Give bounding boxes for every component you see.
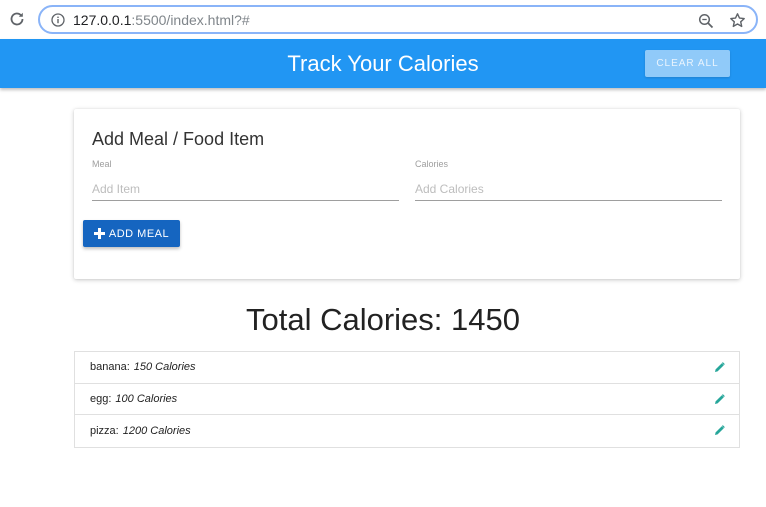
add-meal-card: Add Meal / Food Item Meal Calories ADD M… bbox=[74, 109, 740, 279]
calories-label: Calories bbox=[415, 159, 449, 169]
browser-toolbar: 127.0.0.1:5500/index.html?# bbox=[0, 0, 766, 39]
add-meal-label: ADD MEAL bbox=[108, 227, 170, 240]
item-name: pizza: bbox=[90, 424, 119, 437]
total-calories: Total Calories: 1450 bbox=[246, 302, 520, 337]
url-host: 127.0.0.1 bbox=[73, 12, 132, 28]
url-text: 127.0.0.1:5500/index.html?# bbox=[73, 12, 250, 28]
card-title: Add Meal / Food Item bbox=[92, 129, 265, 149]
add-meal-button[interactable]: ADD MEAL bbox=[83, 220, 180, 247]
address-bar[interactable]: 127.0.0.1:5500/index.html?# bbox=[38, 5, 758, 34]
calories-input[interactable] bbox=[415, 173, 722, 201]
pencil-icon[interactable] bbox=[714, 425, 725, 436]
list-item: banana: 150 Calories bbox=[75, 352, 739, 384]
clear-all-button[interactable]: CLEAR ALL bbox=[645, 50, 730, 77]
plus-icon bbox=[93, 228, 105, 239]
url-path: :5500/index.html?# bbox=[131, 12, 250, 28]
bookmark-star-icon[interactable] bbox=[729, 12, 746, 29]
meal-label: Meal bbox=[92, 159, 112, 169]
app-header: Track Your Calories CLEAR ALL bbox=[0, 39, 766, 88]
reload-icon[interactable] bbox=[8, 10, 26, 28]
meal-input[interactable] bbox=[92, 173, 399, 201]
item-calories: 1200 Calories bbox=[122, 424, 191, 437]
item-calories: 150 Calories bbox=[133, 361, 196, 374]
pencil-icon[interactable] bbox=[714, 393, 725, 405]
meal-field: Meal bbox=[92, 159, 399, 201]
item-name: egg: bbox=[90, 392, 112, 405]
pencil-icon[interactable] bbox=[714, 362, 725, 373]
item-calories: 100 Calories bbox=[115, 392, 178, 405]
calories-field: Calories bbox=[415, 159, 722, 201]
info-icon[interactable] bbox=[51, 13, 65, 27]
zoom-icon[interactable] bbox=[698, 13, 714, 29]
item-name: banana: bbox=[90, 361, 130, 374]
list-item: pizza: 1200 Calories bbox=[75, 415, 739, 447]
item-list: banana: 150 Calories egg: 100 Calories p… bbox=[74, 351, 740, 448]
list-item: egg: 100 Calories bbox=[75, 384, 739, 415]
